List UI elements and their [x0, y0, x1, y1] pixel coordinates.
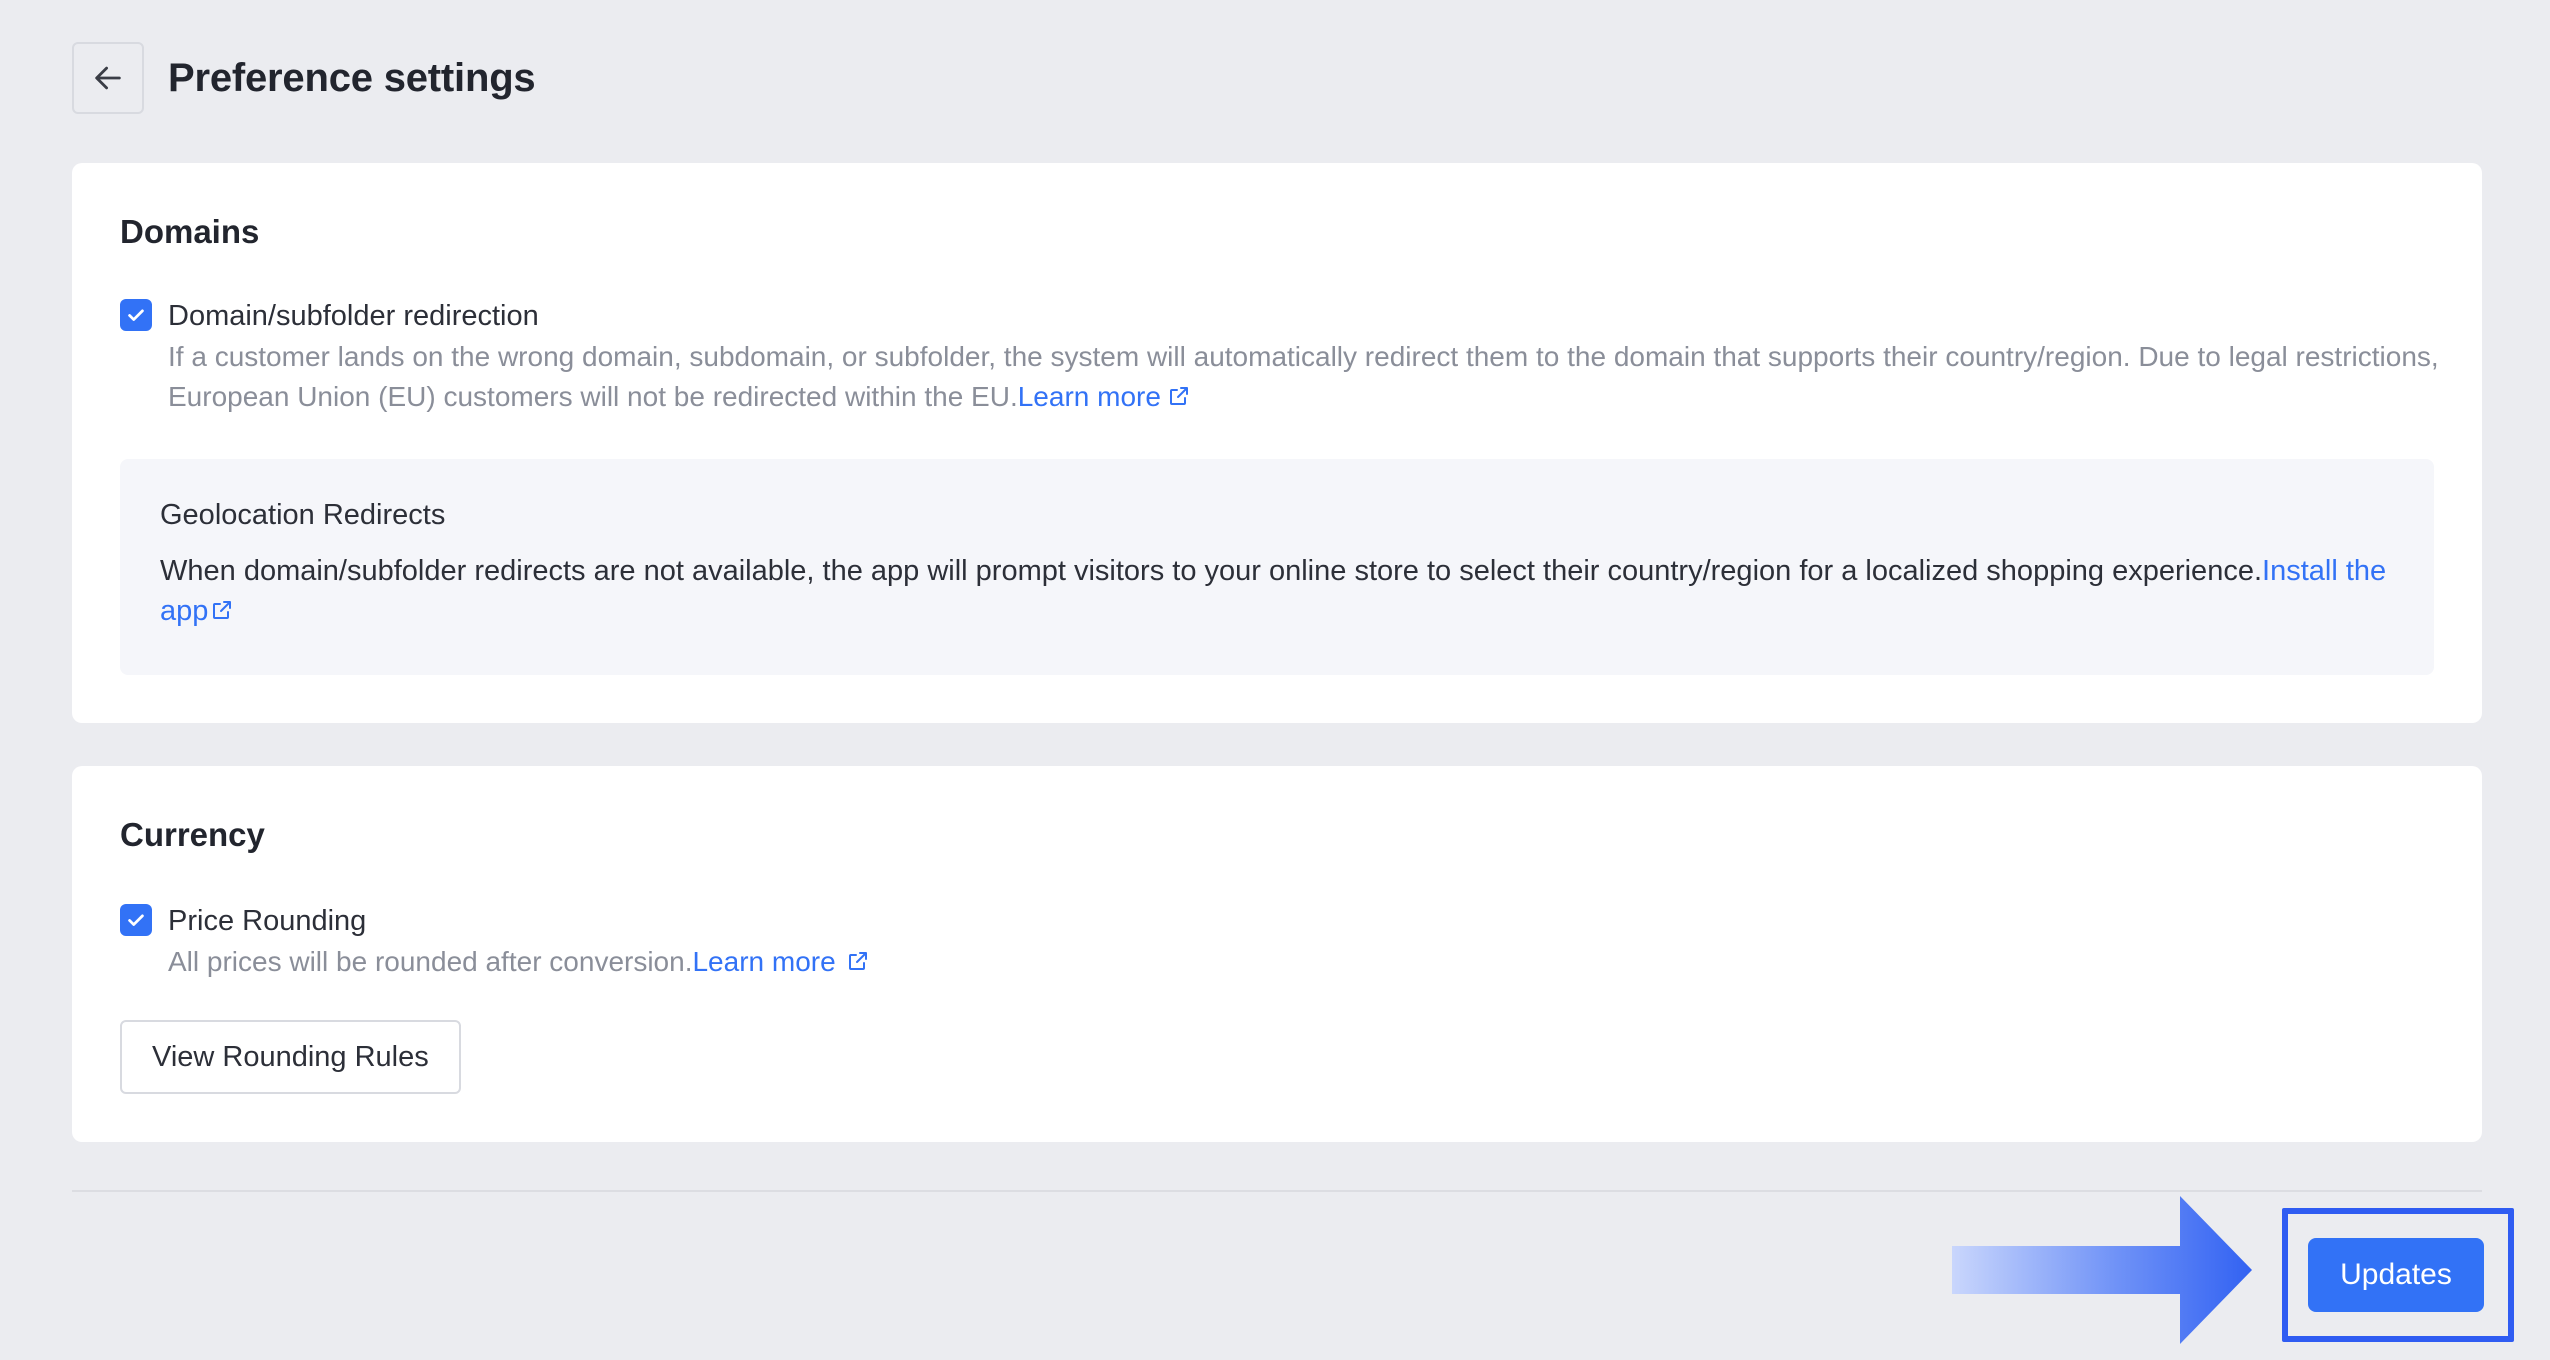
domain-redirection-checkbox[interactable] — [120, 299, 152, 331]
footer-divider — [72, 1190, 2482, 1192]
external-link-icon — [213, 601, 232, 619]
arrow-right-icon — [1952, 1196, 2252, 1344]
page-title: Preference settings — [168, 55, 536, 100]
price-rounding-description-text: All prices will be rounded after convers… — [168, 946, 693, 977]
pointer-arrow — [1952, 1196, 2252, 1344]
currency-section-title: Currency — [120, 816, 265, 853]
external-link-icon — [1169, 387, 1188, 405]
domain-redirection-label: Domain/subfolder redirection — [168, 300, 539, 332]
domains-section-title: Domains — [120, 213, 260, 250]
domain-redirection-option: Domain/subfolder redirection If a custom… — [120, 299, 2508, 417]
rounding-learn-more-link[interactable]: Learn more — [692, 946, 869, 977]
price-rounding-description: All prices will be rounded after convers… — [168, 942, 2548, 982]
back-button[interactable] — [72, 42, 144, 114]
checkmark-icon — [128, 914, 144, 926]
price-rounding-label: Price Rounding — [168, 905, 367, 937]
external-link-icon — [848, 952, 867, 970]
domain-learn-more-link[interactable]: Learn more — [1018, 381, 1191, 412]
updates-button[interactable]: Updates — [2308, 1238, 2484, 1312]
domains-card: Domains Domain/subfolder redirection If … — [72, 163, 2482, 723]
view-rounding-rules-button[interactable]: View Rounding Rules — [120, 1020, 461, 1094]
geolocation-redirects-box: Geolocation Redirects When domain/subfol… — [120, 459, 2434, 675]
geolocation-description: When domain/subfolder redirects are not … — [160, 551, 2410, 631]
domain-redirection-description: If a customer lands on the wrong domain,… — [168, 337, 2508, 417]
checkmark-icon — [128, 309, 144, 321]
geolocation-description-text: When domain/subfolder redirects are not … — [160, 555, 2263, 587]
price-rounding-option: Price Rounding All prices will be rounde… — [120, 904, 2548, 982]
geolocation-title: Geolocation Redirects — [160, 499, 446, 531]
domain-redirection-description-text: If a customer lands on the wrong domain,… — [168, 341, 2439, 412]
preference-settings-page: Preference settings Domains Domain/subfo… — [72, 0, 2482, 1360]
arrow-left-icon — [95, 66, 121, 90]
currency-card: Currency Price Rounding All prices will … — [72, 766, 2482, 1142]
page-header: Preference settings — [72, 42, 536, 114]
price-rounding-checkbox[interactable] — [120, 904, 152, 936]
